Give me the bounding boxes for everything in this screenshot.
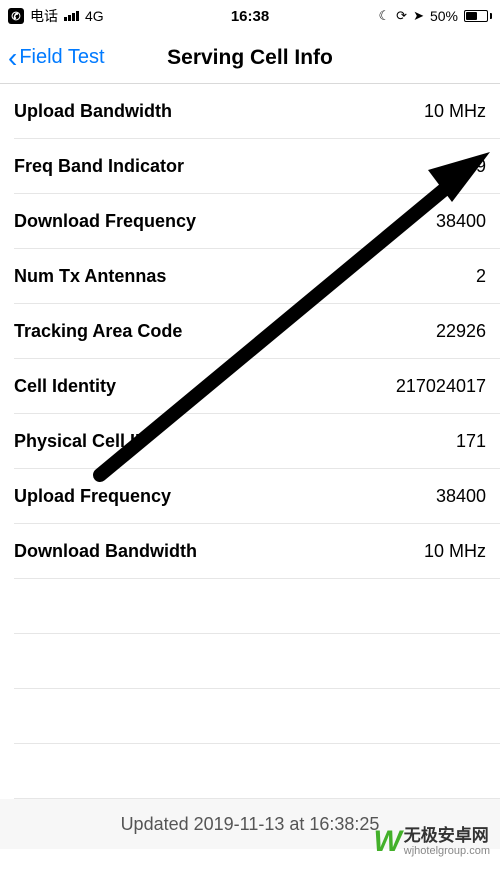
row-label: Cell Identity — [14, 376, 116, 397]
watermark-cn: 无极安卓网 — [404, 827, 490, 846]
row-label: Download Frequency — [14, 211, 196, 232]
row-value: 171 — [456, 431, 486, 452]
empty-row — [0, 579, 500, 634]
nav-bar: ‹ Field Test Serving Cell Info — [0, 32, 500, 84]
row-label: Upload Frequency — [14, 486, 171, 507]
row-physical-cell-id[interactable]: Physical Cell ID 171 — [0, 414, 500, 469]
location-icon: ➤ — [413, 8, 424, 24]
row-value: 39 — [466, 156, 486, 177]
status-left: ✆ 电话 4G — [8, 6, 104, 26]
row-download-frequency[interactable]: Download Frequency 38400 — [0, 194, 500, 249]
row-label: Num Tx Antennas — [14, 266, 166, 287]
back-label: Field Test — [19, 46, 104, 69]
row-value: 38400 — [436, 211, 486, 232]
back-button[interactable]: ‹ Field Test — [0, 44, 105, 72]
row-value: 10 MHz — [424, 541, 486, 562]
carrier-app-icon: ✆ — [8, 8, 24, 24]
row-upload-frequency[interactable]: Upload Frequency 38400 — [0, 469, 500, 524]
row-tracking-area-code[interactable]: Tracking Area Code 22926 — [0, 304, 500, 359]
row-label: Freq Band Indicator — [14, 156, 184, 177]
content-list[interactable]: Upload Bandwidth 10 MHz Freq Band Indica… — [0, 84, 500, 889]
row-cell-identity[interactable]: Cell Identity 217024017 — [0, 359, 500, 414]
row-label: Download Bandwidth — [14, 541, 197, 562]
status-right: ☾ ⟳ ➤ 50% — [379, 8, 493, 24]
row-label: Tracking Area Code — [14, 321, 182, 342]
row-download-bandwidth[interactable]: Download Bandwidth 10 MHz — [0, 524, 500, 579]
status-time: 16:38 — [231, 8, 269, 25]
row-num-tx-antennas[interactable]: Num Tx Antennas 2 — [0, 249, 500, 304]
empty-row — [0, 689, 500, 744]
row-upload-bandwidth[interactable]: Upload Bandwidth 10 MHz — [0, 84, 500, 139]
row-value: 22926 — [436, 321, 486, 342]
signal-icon — [64, 11, 79, 21]
page-title: Serving Cell Info — [167, 46, 333, 70]
row-freq-band-indicator[interactable]: Freq Band Indicator 39 — [0, 139, 500, 194]
status-bar: ✆ 电话 4G 16:38 ☾ ⟳ ➤ 50% — [0, 0, 500, 32]
rotation-lock-icon: ⟳ — [396, 8, 407, 24]
watermark-url: wjhotelgroup.com — [404, 845, 490, 857]
moon-icon: ☾ — [379, 8, 391, 24]
battery-icon — [464, 10, 492, 22]
row-label: Upload Bandwidth — [14, 101, 172, 122]
updated-text: Updated 2019-11-13 at 16:38:25 — [121, 814, 380, 835]
row-value: 2 — [476, 266, 486, 287]
empty-row — [0, 744, 500, 799]
row-value: 10 MHz — [424, 101, 486, 122]
carrier-text: 电话 — [30, 6, 58, 26]
battery-percent: 50% — [430, 8, 458, 24]
row-label: Physical Cell ID — [14, 431, 148, 452]
row-value: 217024017 — [396, 376, 486, 397]
empty-row — [0, 634, 500, 689]
watermark: W 无极安卓网 wjhotelgroup.com — [373, 825, 490, 859]
row-value: 38400 — [436, 486, 486, 507]
chevron-left-icon: ‹ — [8, 44, 17, 72]
watermark-logo-icon: W — [373, 825, 399, 859]
network-text: 4G — [85, 8, 104, 24]
